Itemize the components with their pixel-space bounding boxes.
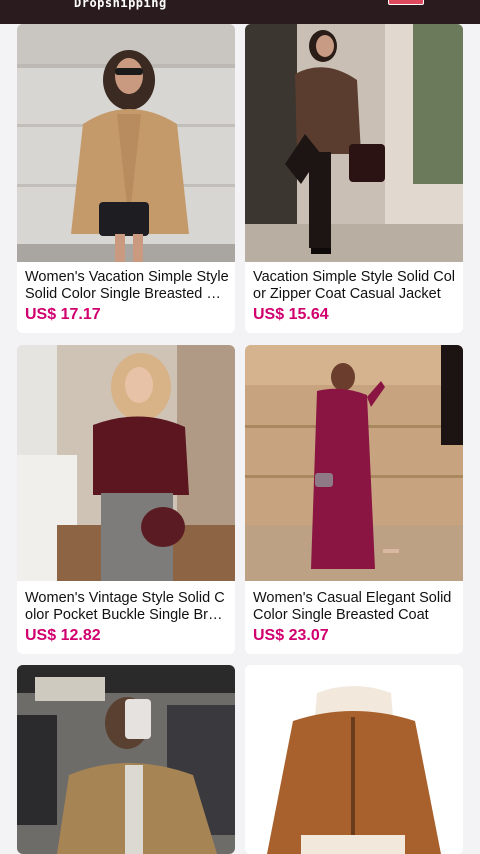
product-card[interactable]: Women's Vintage Style Solid Color Pocket… (17, 345, 235, 654)
flag-badge (388, 0, 424, 5)
product-title[interactable]: Vacation Simple Style Solid Color Zipper… (253, 269, 457, 303)
product-image[interactable] (245, 665, 463, 854)
product-price: US$ 15.64 (253, 306, 329, 323)
product-card[interactable]: Women's Casual Elegant Solid Color Singl… (245, 345, 463, 654)
product-price: US$ 23.07 (253, 627, 329, 644)
product-card[interactable] (17, 665, 235, 854)
product-title[interactable]: Women's Vintage Style Solid Color Pocket… (25, 590, 229, 624)
product-card[interactable]: Women's Vacation Simple Style Solid Colo… (17, 24, 235, 333)
product-price: US$ 12.82 (25, 627, 101, 644)
product-card[interactable]: Vacation Simple Style Solid Color Zipper… (245, 24, 463, 333)
product-image[interactable] (17, 345, 235, 581)
product-image[interactable] (245, 24, 463, 262)
store-title: Dropshipping (74, 0, 167, 10)
product-title[interactable]: Women's Casual Elegant Solid Color Singl… (253, 590, 457, 624)
product-price: US$ 17.17 (25, 306, 101, 323)
product-image[interactable] (245, 345, 463, 581)
product-title[interactable]: Women's Vacation Simple Style Solid Colo… (25, 269, 229, 303)
top-bar: Dropshipping (0, 0, 480, 24)
product-image[interactable] (17, 24, 235, 262)
product-image[interactable] (17, 665, 235, 854)
product-card[interactable] (245, 665, 463, 854)
product-grid: Women's Vacation Simple Style Solid Colo… (0, 24, 480, 854)
